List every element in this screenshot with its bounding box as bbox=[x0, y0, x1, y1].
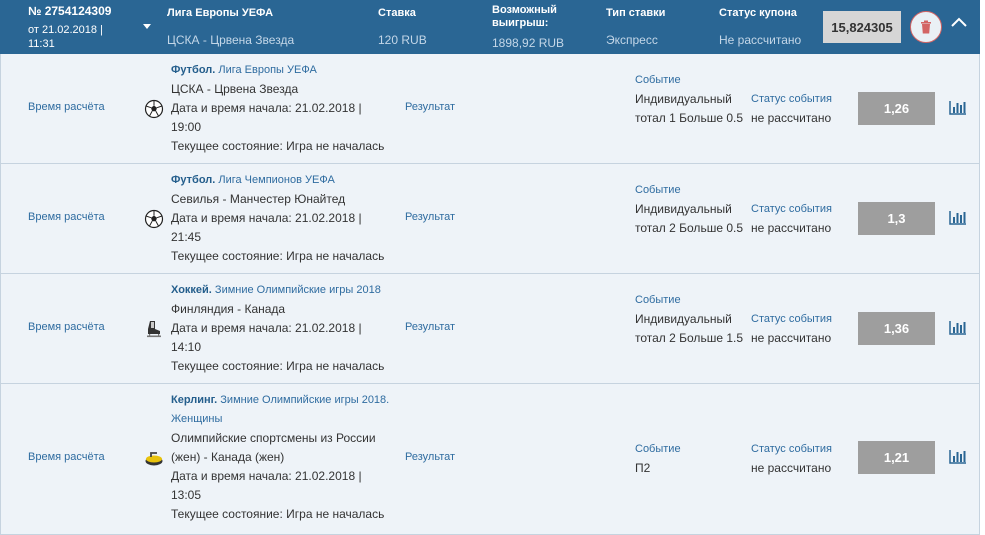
event-teams: ЦСКА - Црвена Звезда bbox=[171, 82, 299, 96]
event-start: Дата и время начала: 21.02.2018 | 19:00 bbox=[171, 101, 362, 134]
calc-time-link[interactable]: Время расчёта bbox=[28, 101, 105, 113]
coupon-date: от 21.02.2018 | 11:31 bbox=[28, 24, 103, 50]
ice-skate-icon bbox=[147, 321, 161, 338]
event-status-value: не рассчитано bbox=[751, 331, 832, 345]
event-state: Текущее состояние: Игра не началась bbox=[171, 249, 385, 263]
event-start: Дата и время начала: 21.02.2018 | 13:05 bbox=[171, 469, 362, 502]
delete-coupon-button[interactable] bbox=[910, 11, 942, 43]
event-teams: Севилья - Манчестер Юнайтед bbox=[171, 192, 346, 206]
event-status: Статус события не рассчитано bbox=[751, 90, 851, 128]
bar-chart-icon[interactable] bbox=[949, 321, 967, 335]
event-status-label: Статус события bbox=[751, 313, 832, 325]
event-row: Время расчёта Футбол. Лига Чемпионов УЕФ… bbox=[0, 164, 980, 274]
coupon-league: Лига Европы УЕФА bbox=[167, 7, 274, 19]
stake-label: Ставка bbox=[378, 7, 416, 19]
league-name: Зимние Олимпийские игры 2018 bbox=[214, 284, 381, 296]
coupon-summary: Лига Европы УЕФА ЦСКА - Црвена Звезда bbox=[167, 7, 294, 47]
event-status-label: Статус события bbox=[751, 203, 832, 215]
league-name: Лига Чемпионов УЕФА bbox=[218, 174, 335, 186]
result-link[interactable]: Результат bbox=[405, 211, 455, 223]
event-state: Текущее состояние: Игра не началась bbox=[171, 359, 385, 373]
event-teams: Финляндия - Канада bbox=[171, 302, 286, 316]
event-status: Статус события не рассчитано bbox=[751, 440, 851, 478]
event-coefficient: 1,3 bbox=[858, 202, 935, 235]
bar-chart-icon[interactable] bbox=[949, 101, 967, 115]
coupon-stake: Ставка 120 RUB bbox=[378, 7, 427, 47]
type-value: Экспресс bbox=[606, 33, 658, 47]
coupon-status: Статус купона Не рассчитано bbox=[719, 7, 801, 47]
event-category: Керлинг. Зимние Олимпийские игры 2018. Ж… bbox=[171, 391, 393, 429]
calc-time-link[interactable]: Время расчёта bbox=[28, 211, 105, 223]
sport-name: Футбол. bbox=[171, 64, 216, 76]
event-category: Футбол. Лига Чемпионов УЕФА bbox=[171, 171, 393, 190]
calc-time-link[interactable]: Время расчёта bbox=[28, 451, 105, 463]
win-value: 1898,92 RUB bbox=[492, 36, 565, 50]
event-label: Событие bbox=[635, 74, 681, 86]
bar-chart-icon[interactable] bbox=[949, 450, 967, 464]
event-coefficient: 1,36 bbox=[858, 312, 935, 345]
status-value: Не рассчитано bbox=[719, 33, 802, 47]
event-start: Дата и время начала: 21.02.2018 | 14:10 bbox=[171, 321, 362, 354]
event-status-value: не рассчитано bbox=[751, 111, 832, 125]
event-start: Дата и время начала: 21.02.2018 | 21:45 bbox=[171, 211, 362, 244]
event-value: Индивидуальный тотал 2 Больше 1.5 bbox=[635, 312, 744, 345]
event-row: Время расчёта Футбол. Лига Европы УЕФА Ц… bbox=[0, 54, 980, 164]
coupon-number: № 2754124309 bbox=[28, 4, 112, 18]
coupon-header: № 2754124309 от 21.02.2018 | 11:31 Лига … bbox=[0, 0, 980, 54]
event-info: Керлинг. Зимние Олимпийские игры 2018. Ж… bbox=[171, 391, 393, 524]
type-label: Тип ставки bbox=[606, 7, 666, 19]
event-info: Футбол. Лига Европы УЕФА ЦСКА - Црвена З… bbox=[171, 61, 393, 156]
sport-name: Керлинг. bbox=[171, 394, 218, 406]
event-info: Футбол. Лига Чемпионов УЕФА Севилья - Ма… bbox=[171, 171, 393, 266]
event-row: Время расчёта Керлинг. Зимние Олимпийски… bbox=[0, 384, 980, 535]
trash-icon bbox=[921, 20, 931, 34]
event-row: Время расчёта Хоккей. Зимние Олимпийские… bbox=[0, 274, 980, 384]
calc-time-link[interactable]: Время расчёта bbox=[28, 321, 105, 333]
event-teams: Олимпийские спортсмены из России (жен) -… bbox=[171, 431, 376, 464]
event-outcome: Событие Индивидуальный тотал 2 Больше 1.… bbox=[635, 291, 745, 348]
event-category: Хоккей. Зимние Олимпийские игры 2018 bbox=[171, 281, 393, 300]
chevron-up-icon[interactable] bbox=[951, 17, 967, 27]
event-value: Индивидуальный тотал 1 Больше 0.5 bbox=[635, 92, 744, 125]
event-category: Футбол. Лига Европы УЕФА bbox=[171, 61, 393, 80]
event-outcome: Событие П2 bbox=[635, 440, 745, 478]
coupon-match: ЦСКА - Црвена Звезда bbox=[167, 33, 295, 47]
event-status: Статус события не рассчитано bbox=[751, 200, 851, 238]
sport-name: Хоккей. bbox=[171, 284, 212, 296]
event-outcome: Событие Индивидуальный тотал 2 Больше 0.… bbox=[635, 181, 745, 238]
event-value: Индивидуальный тотал 2 Больше 0.5 bbox=[635, 202, 744, 235]
event-status: Статус события не рассчитано bbox=[751, 310, 851, 348]
soccer-ball-icon bbox=[144, 209, 164, 229]
total-coefficient: 15,824305 bbox=[823, 11, 901, 43]
status-label: Статус купона bbox=[719, 7, 797, 19]
event-outcome: Событие Индивидуальный тотал 1 Больше 0.… bbox=[635, 71, 745, 128]
event-status-label: Статус события bbox=[751, 93, 832, 105]
coupon-win: Возможный выигрыш: 1898,92 RUB bbox=[492, 4, 592, 50]
result-link[interactable]: Результат bbox=[405, 321, 455, 333]
sport-name: Футбол. bbox=[171, 174, 216, 186]
result-link[interactable]: Результат bbox=[405, 451, 455, 463]
curling-stone-icon bbox=[145, 452, 163, 466]
win-label: Возможный выигрыш: bbox=[492, 4, 557, 29]
event-value: П2 bbox=[635, 461, 651, 475]
coupon-type: Тип ставки Экспресс bbox=[606, 7, 665, 47]
league-name: Лига Европы УЕФА bbox=[218, 64, 317, 76]
event-status-value: не рассчитано bbox=[751, 461, 832, 475]
event-label: Событие bbox=[635, 294, 681, 306]
event-state: Текущее состояние: Игра не началась bbox=[171, 139, 385, 153]
event-label: Событие bbox=[635, 443, 681, 455]
stake-value: 120 RUB bbox=[378, 33, 427, 47]
event-coefficient: 1,21 bbox=[858, 441, 935, 474]
caret-down-icon[interactable] bbox=[143, 24, 151, 29]
event-state: Текущее состояние: Игра не началась bbox=[171, 507, 385, 521]
event-status-label: Статус события bbox=[751, 443, 832, 455]
event-info: Хоккей. Зимние Олимпийские игры 2018 Фин… bbox=[171, 281, 393, 376]
event-status-value: не рассчитано bbox=[751, 221, 832, 235]
result-link[interactable]: Результат bbox=[405, 101, 455, 113]
soccer-ball-icon bbox=[144, 99, 164, 119]
bar-chart-icon[interactable] bbox=[949, 211, 967, 225]
event-label: Событие bbox=[635, 184, 681, 196]
event-coefficient: 1,26 bbox=[858, 92, 935, 125]
